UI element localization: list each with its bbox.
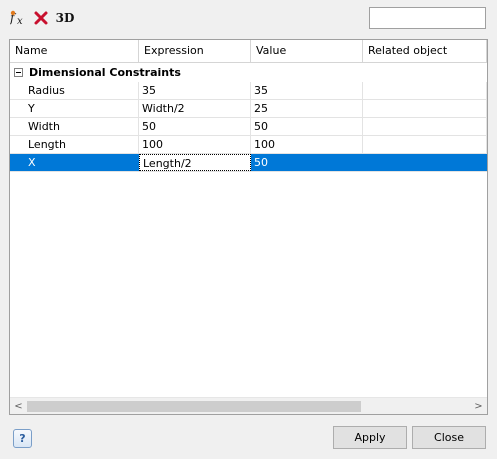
- cell-expression[interactable]: Width/2: [139, 100, 251, 117]
- collapse-icon[interactable]: [14, 68, 23, 77]
- column-header-name[interactable]: Name: [10, 40, 139, 62]
- search-input[interactable]: [369, 7, 486, 29]
- grid-header: Name Expression Value Related object: [10, 40, 487, 63]
- grid-rows: Radius 35 35 Y Width/2 25 Width 50 50 Le…: [10, 82, 487, 172]
- table-row[interactable]: Y Width/2 25: [10, 100, 487, 118]
- column-header-value[interactable]: Value: [251, 40, 363, 62]
- table-row-selected[interactable]: X Length/2 50: [10, 154, 487, 172]
- column-header-related-object[interactable]: Related object: [363, 40, 487, 62]
- table-row[interactable]: Radius 35 35: [10, 82, 487, 100]
- horizontal-scrollbar[interactable]: < >: [10, 397, 487, 414]
- cell-expression[interactable]: 50: [139, 118, 251, 135]
- cell-value[interactable]: 25: [251, 100, 363, 117]
- cell-value[interactable]: 100: [251, 136, 363, 153]
- column-header-expression[interactable]: Expression: [139, 40, 251, 62]
- cell-expression[interactable]: 100: [139, 136, 251, 153]
- table-row[interactable]: Width 50 50: [10, 118, 487, 136]
- apply-button[interactable]: Apply: [333, 426, 407, 449]
- help-button[interactable]: ?: [13, 429, 32, 448]
- cell-related-object[interactable]: [363, 100, 487, 117]
- cell-value[interactable]: 50: [251, 154, 363, 171]
- group-label: Dimensional Constraints: [29, 66, 181, 79]
- group-row-dimensional-constraints[interactable]: Dimensional Constraints: [10, 64, 487, 81]
- cell-expression[interactable]: 35: [139, 82, 251, 99]
- scrollbar-thumb[interactable]: [27, 401, 361, 412]
- cell-related-object[interactable]: [363, 82, 487, 99]
- close-button[interactable]: Close: [412, 426, 486, 449]
- cell-related-object[interactable]: [363, 154, 487, 171]
- cell-value[interactable]: 50: [251, 118, 363, 135]
- cell-name[interactable]: Width: [10, 118, 139, 135]
- cell-related-object[interactable]: [363, 118, 487, 135]
- cell-name[interactable]: Y: [10, 100, 139, 117]
- table-row[interactable]: Length 100 100: [10, 136, 487, 154]
- scroll-left-arrow[interactable]: <: [10, 398, 27, 414]
- delete-icon[interactable]: [32, 9, 50, 27]
- cell-expression-editor[interactable]: Length/2: [139, 154, 251, 171]
- cell-name[interactable]: Radius: [10, 82, 139, 99]
- 3d-view-button[interactable]: 3D: [54, 9, 76, 27]
- scroll-right-arrow[interactable]: >: [470, 398, 487, 414]
- cell-related-object[interactable]: [363, 136, 487, 153]
- toolbar: f x 3D: [10, 8, 76, 28]
- constraints-grid: Name Expression Value Related object Dim…: [9, 39, 488, 415]
- cell-name[interactable]: X: [10, 154, 139, 171]
- cell-value[interactable]: 35: [251, 82, 363, 99]
- svg-text:x: x: [17, 16, 23, 26]
- fx-icon[interactable]: f x: [10, 9, 28, 27]
- cell-name[interactable]: Length: [10, 136, 139, 153]
